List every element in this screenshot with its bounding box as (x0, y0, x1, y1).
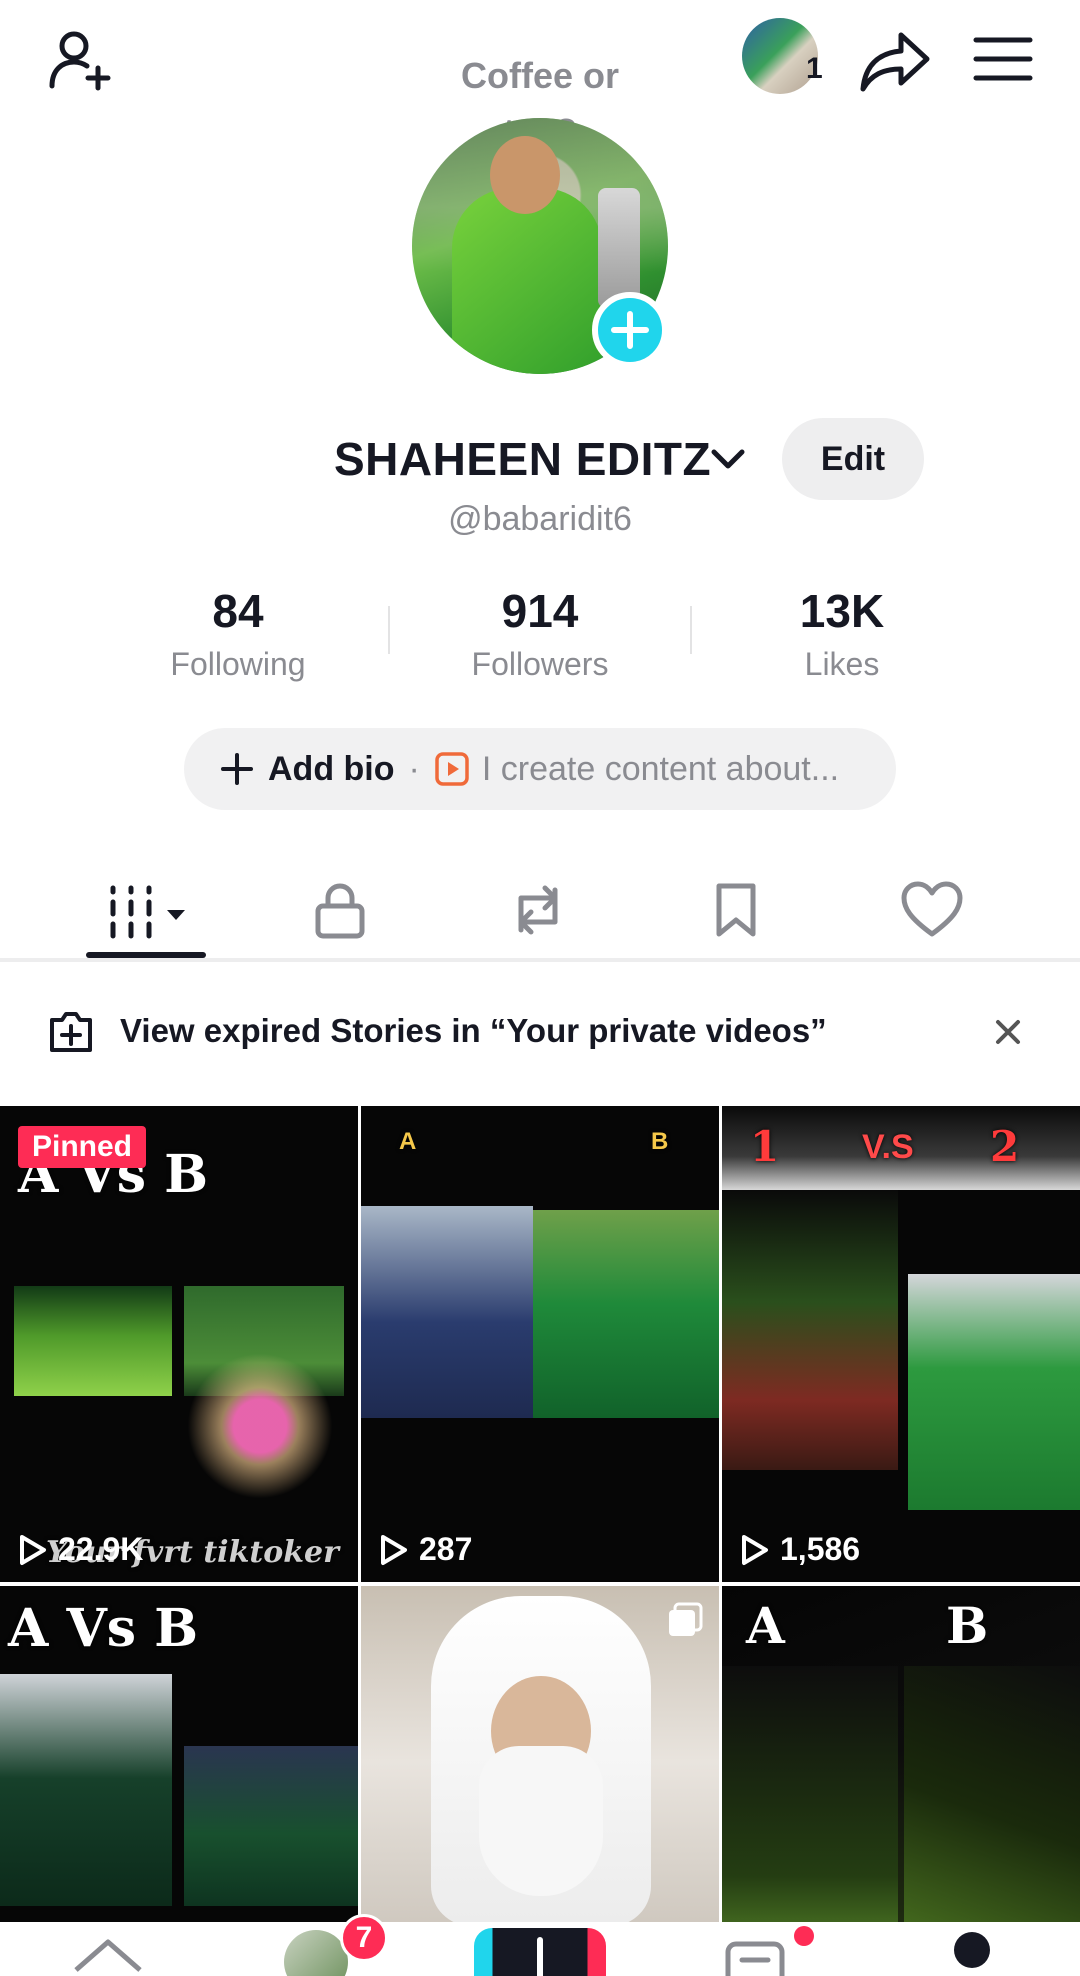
stat-following[interactable]: 84 Following (118, 580, 358, 686)
plus-icon (611, 311, 649, 349)
video-tile[interactable]: A B (722, 1586, 1080, 1976)
menu-button[interactable] (966, 24, 1040, 94)
account-switch-chevron[interactable] (708, 444, 748, 479)
glow-effect (180, 1336, 340, 1516)
nav-create[interactable] (474, 1928, 606, 1976)
video-thumbnail (184, 1746, 358, 1906)
followers-label: Followers (471, 646, 609, 682)
video-thumbnail (0, 1674, 172, 1906)
username: @babaridit6 (448, 500, 632, 538)
thumbnail-label-right: B (946, 1596, 989, 1655)
video-thumbnail (908, 1274, 1080, 1510)
close-icon (996, 1020, 1020, 1044)
profile-tabs (0, 860, 1080, 960)
tab-videos[interactable] (86, 860, 206, 960)
display-name[interactable]: SHAHEEN EDITZ (334, 432, 711, 486)
heart-icon (901, 881, 963, 937)
bio-hint: I create content about... (481, 749, 840, 788)
tab-divider (0, 958, 1080, 962)
video-tile[interactable]: A Vs B (0, 1586, 358, 1976)
add-friend-icon (49, 31, 111, 91)
view-count-value: 287 (419, 1531, 473, 1567)
video-thumbnail (479, 1746, 603, 1896)
video-tile[interactable]: A B 287 (361, 1106, 719, 1582)
inbox-dot (794, 1926, 814, 1946)
expired-stories-banner[interactable]: View expired Stories in “Your private vi… (120, 1012, 827, 1050)
stat-likes[interactable]: 13K Likes (722, 580, 962, 686)
video-thumbnail (361, 1206, 533, 1418)
chevron-down-icon (711, 449, 745, 469)
thumbnail-label-mid: V.S (862, 1128, 914, 1166)
view-count: 287 (379, 1531, 472, 1568)
bookmark-icon (716, 883, 756, 937)
nav-friends[interactable] (284, 1930, 348, 1976)
video-thumbnail (722, 1666, 898, 1966)
close-banner-button[interactable] (990, 1014, 1026, 1055)
stat-divider (388, 606, 390, 654)
video-thumbnail (533, 1210, 719, 1418)
inbox-icon (725, 1941, 785, 1976)
add-friend-button[interactable] (38, 20, 118, 100)
add-bio-button[interactable]: Add bio · I create content about... (184, 728, 896, 810)
likes-label: Likes (804, 646, 880, 682)
add-story-button[interactable] (592, 292, 668, 368)
thumbnail-label-left: 1 (750, 1122, 780, 1171)
thumbnail-label-left: A (399, 1128, 417, 1155)
hamburger-menu-icon (973, 37, 1033, 81)
add-bio-label: Add bio (268, 749, 395, 788)
multi-image-icon (665, 1600, 705, 1645)
video-thumbnail (904, 1666, 1080, 1966)
pinned-badge: Pinned (18, 1126, 147, 1168)
video-icon (435, 752, 469, 786)
plus-icon (221, 753, 253, 785)
story-add-icon (46, 1010, 96, 1059)
home-icon (74, 1939, 142, 1972)
bottom-nav (0, 1922, 1080, 1976)
nav-inbox[interactable] (722, 1936, 788, 1976)
thumbnail-label-right: 2 (990, 1122, 1020, 1171)
tab-favorites[interactable] (676, 860, 796, 960)
thumbnail-title: A Vs B (8, 1598, 199, 1659)
video-tile[interactable]: A Vs B Your fvrt tiktoker Pinned 22.9K (0, 1106, 358, 1582)
repost-icon (518, 885, 558, 935)
following-label: Following (170, 646, 306, 682)
nav-profile[interactable] (954, 1932, 990, 1968)
play-icon (20, 1534, 46, 1565)
video-tile[interactable] (361, 1586, 719, 1976)
play-icon (381, 1534, 407, 1565)
view-count-value: 1,586 (780, 1531, 861, 1567)
view-count: 22.9K (18, 1531, 143, 1568)
tab-reposts[interactable] (478, 860, 598, 960)
following-count: 84 (212, 585, 264, 637)
friends-badge: 7 (340, 1914, 388, 1962)
thumbnail-label-right: B (651, 1128, 669, 1155)
nav-home[interactable] (70, 1936, 146, 1976)
share-profile-button[interactable] (852, 22, 936, 102)
tab-private[interactable] (280, 860, 400, 960)
view-count-value: 22.9K (58, 1531, 144, 1567)
stat-followers[interactable]: 914 Followers (420, 580, 660, 686)
edit-profile-button[interactable]: Edit (782, 418, 924, 500)
video-thumbnail (14, 1286, 172, 1396)
bio-separator: · (408, 749, 420, 788)
view-count: 1,586 (740, 1531, 860, 1568)
likes-count: 13K (799, 585, 885, 637)
video-thumbnail (722, 1190, 898, 1470)
share-arrow-icon (860, 32, 930, 92)
lock-icon (315, 883, 365, 939)
play-icon (742, 1534, 768, 1565)
video-tile[interactable]: 1 V.S 2 1,586 (722, 1106, 1080, 1582)
tab-liked[interactable] (872, 860, 992, 960)
thumbnail-label-left: A (746, 1596, 785, 1655)
notification-count: 1 (806, 52, 823, 85)
stat-divider (690, 606, 692, 654)
followers-count: 914 (501, 585, 579, 637)
plus-icon (537, 1937, 543, 1976)
grid-icon (110, 885, 185, 939)
